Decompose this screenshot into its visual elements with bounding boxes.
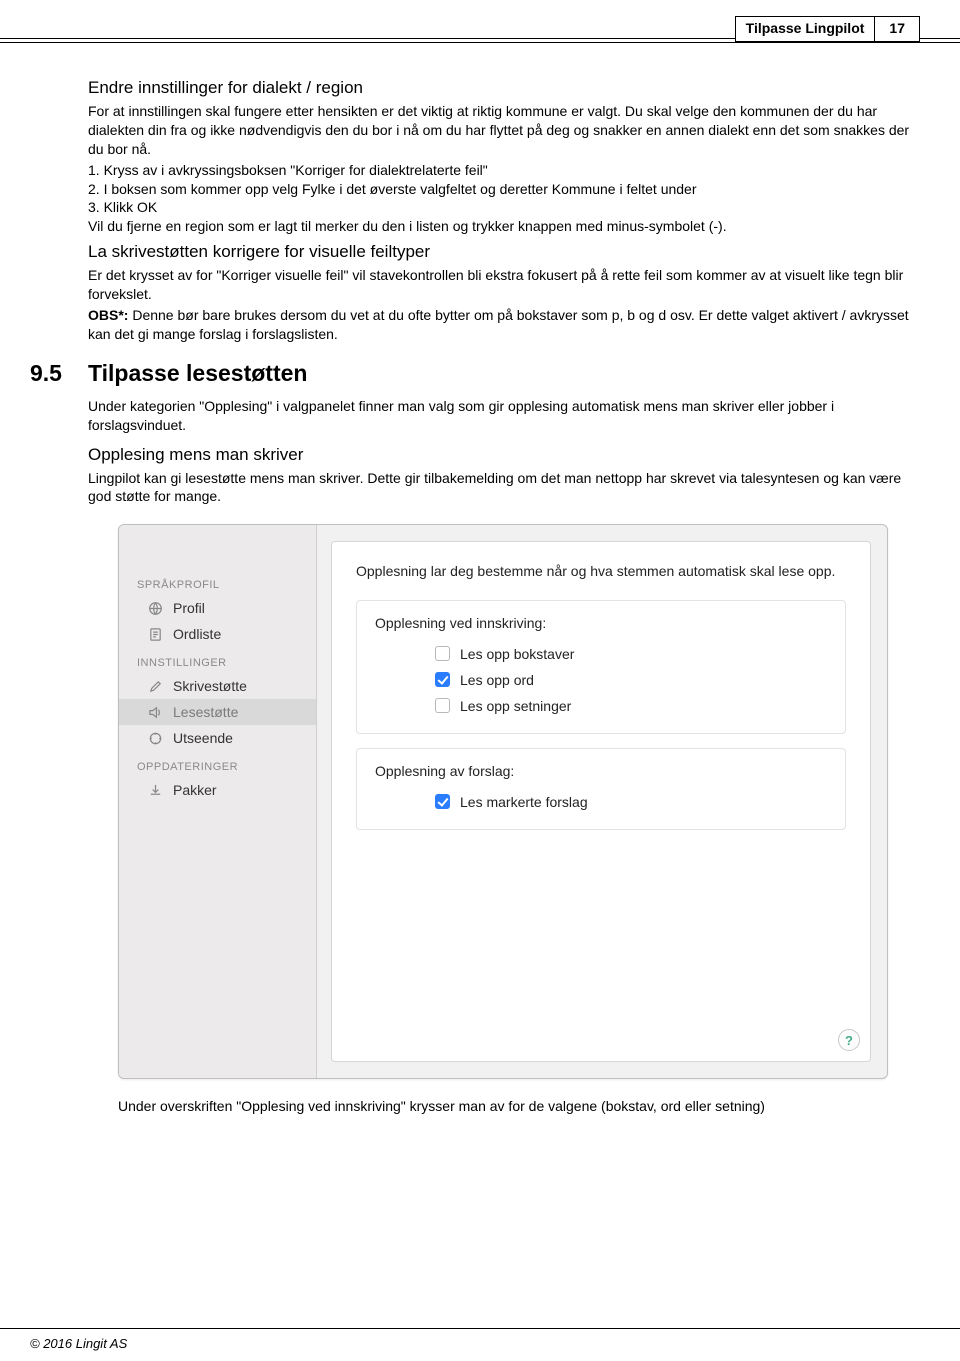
preferences-sidebar: SPRÅKPROFIL Profil Ordliste INNSTILLI xyxy=(119,525,317,1078)
after-screenshot-text: Under overskriften "Opplesing ved innskr… xyxy=(118,1097,920,1116)
sidebar-item-lesestotte[interactable]: Lesestøtte xyxy=(119,699,316,725)
fieldset-forslag: Opplesning av forslag: Les markerte fors… xyxy=(356,748,846,830)
checkbox-row-setninger[interactable]: Les opp setninger xyxy=(375,693,827,719)
checkbox-icon[interactable] xyxy=(435,794,450,809)
panel-description: Opplesning lar deg bestemme når og hva s… xyxy=(356,562,846,582)
preferences-main-panel: Opplesning lar deg bestemme når og hva s… xyxy=(331,541,871,1062)
sidebar-item-pakker[interactable]: Pakker xyxy=(119,777,316,803)
page-number: 17 xyxy=(874,17,919,41)
section-c-p1: Under kategorien "Opplesing" i valgpanel… xyxy=(88,397,920,435)
section-a-p1: For at innstillingen skal fungere etter … xyxy=(88,102,920,159)
checkbox-label: Les opp ord xyxy=(460,672,534,688)
sidebar-group-innstillinger: INNSTILLINGER xyxy=(119,647,316,673)
fieldset-title: Opplesning av forslag: xyxy=(375,763,827,779)
sidebar-group-oppdateringer: OPPDATERINGER xyxy=(119,751,316,777)
section-number: 9.5 xyxy=(30,360,88,387)
sidebar-item-utseende[interactable]: Utseende xyxy=(119,725,316,751)
section-a-li3: 3. Klikk OK xyxy=(88,198,920,217)
sidebar-group-sprakprofil: SPRÅKPROFIL xyxy=(119,569,316,595)
checkbox-row-markerte-forslag[interactable]: Les markerte forslag xyxy=(375,789,827,815)
sidebar-item-label: Profil xyxy=(173,600,205,616)
section-c-p2: Lingpilot kan gi lesestøtte mens man skr… xyxy=(88,469,920,507)
sidebar-item-label: Utseende xyxy=(173,730,233,746)
section-a-li2: 2. I boksen som kommer opp velg Fylke i … xyxy=(88,180,920,199)
sidebar-item-ordliste[interactable]: Ordliste xyxy=(119,621,316,647)
section-a-p2: Vil du fjerne en region som er lagt til … xyxy=(88,217,920,236)
header-box: Tilpasse Lingpilot 17 xyxy=(735,16,920,42)
help-button[interactable]: ? xyxy=(838,1029,860,1051)
sidebar-item-label: Lesestøtte xyxy=(173,704,238,720)
globe-icon xyxy=(147,600,163,616)
sidebar-item-label: Pakker xyxy=(173,782,217,798)
sidebar-item-label: Ordliste xyxy=(173,626,221,642)
sidebar-item-profil[interactable]: Profil xyxy=(119,595,316,621)
help-icon: ? xyxy=(845,1033,853,1048)
section-b-p2: OBS*: Denne bør bare brukes dersom du ve… xyxy=(88,306,920,344)
header-rule-bottom xyxy=(0,42,960,43)
header-title: Tilpasse Lingpilot xyxy=(736,17,875,41)
section-title: Tilpasse lesestøtten xyxy=(88,360,307,386)
checkbox-label: Les markerte forslag xyxy=(460,794,588,810)
section-b-p2-text: Denne bør bare brukes dersom du vet at d… xyxy=(88,307,909,342)
section-9-5-heading: 9.5Tilpasse lesestøtten xyxy=(30,360,920,387)
speech-icon xyxy=(147,704,163,720)
section-b-obs-label: OBS*: xyxy=(88,307,128,323)
checkbox-icon[interactable] xyxy=(435,698,450,713)
section-a-title: Endre innstillinger for dialekt / region xyxy=(88,78,920,98)
document-icon xyxy=(147,626,163,642)
fieldset-title: Opplesning ved innskriving: xyxy=(375,615,827,631)
sidebar-item-skrivestotte[interactable]: Skrivestøtte xyxy=(119,673,316,699)
footer-rule xyxy=(0,1328,960,1329)
checkbox-row-bokstaver[interactable]: Les opp bokstaver xyxy=(375,641,827,667)
checkbox-icon[interactable] xyxy=(435,646,450,661)
section-b-title: La skrivestøtten korrigere for visuelle … xyxy=(88,242,920,262)
checkbox-row-ord[interactable]: Les opp ord xyxy=(375,667,827,693)
checkbox-icon[interactable] xyxy=(435,672,450,687)
section-b-p1: Er det krysset av for "Korriger visuelle… xyxy=(88,266,920,304)
sidebar-item-label: Skrivestøtte xyxy=(173,678,247,694)
section-c-subtitle: Opplesing mens man skriver xyxy=(88,445,920,465)
download-icon xyxy=(147,782,163,798)
app-window: SPRÅKPROFIL Profil Ordliste INNSTILLI xyxy=(118,524,888,1079)
footer-copyright: © 2016 Lingit AS xyxy=(30,1336,127,1351)
section-a-li1: 1. Kryss av i avkryssingsboksen "Korrige… xyxy=(88,161,920,180)
checkbox-label: Les opp bokstaver xyxy=(460,646,574,662)
appearance-icon xyxy=(147,730,163,746)
pencil-icon xyxy=(147,678,163,694)
checkbox-label: Les opp setninger xyxy=(460,698,571,714)
fieldset-innskriving: Opplesning ved innskriving: Les opp boks… xyxy=(356,600,846,734)
